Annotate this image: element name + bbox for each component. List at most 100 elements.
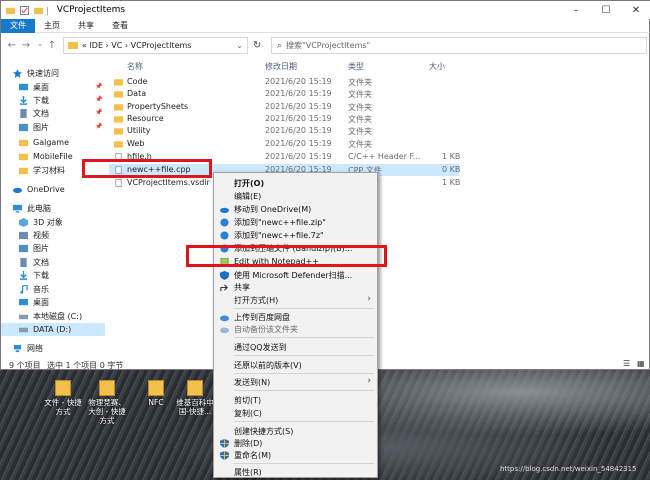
desktop-icon-shortcut[interactable]: 文件 - 快捷方式 xyxy=(44,380,82,416)
sidebar-item-downloads[interactable]: 下载 xyxy=(19,94,49,107)
menu-item-share[interactable]: 共享 xyxy=(214,281,377,293)
tab-view[interactable]: 查看 xyxy=(103,19,137,33)
tab-share[interactable]: 共享 xyxy=(69,19,103,33)
address-row: ← → ⌄ ↑ « IDE › VC › VCProjectItems ⌄ ↻ … xyxy=(1,34,650,58)
sidebar-item-network[interactable]: 网络 xyxy=(13,342,43,355)
tab-home[interactable]: 主页 xyxy=(35,19,69,33)
file-name: Resource xyxy=(127,114,164,123)
column-header-name[interactable]: 名称 xyxy=(127,61,143,72)
sidebar-item-documents[interactable]: 文档 xyxy=(19,107,49,120)
minimize-button[interactable]: – xyxy=(561,1,591,19)
pin-icon[interactable]: 📌 xyxy=(95,96,102,103)
sidebar-item-onedrive[interactable]: OneDrive xyxy=(13,183,65,196)
menu-item-send-via-qq[interactable]: 通过QQ发送到 xyxy=(214,341,377,353)
sidebar-item-label: Galgame xyxy=(33,138,70,147)
menu-item-create-shortcut[interactable]: 创建快捷方式(S) xyxy=(214,425,377,437)
sidebar-item-label: 图片 xyxy=(33,244,49,253)
column-header-type[interactable]: 类型 xyxy=(348,61,364,72)
sidebar-item-label: 3D 对象 xyxy=(33,218,63,227)
menu-item-move-to-onedrive[interactable]: 移动到 OneDrive(M) xyxy=(214,203,377,215)
sidebar-item-videos[interactable]: 视频 xyxy=(19,229,49,242)
desktop-icon-nfc[interactable]: NFC xyxy=(137,380,175,407)
menu-item-auto-backup[interactable]: 自动备份该文件夹 xyxy=(214,323,377,335)
menu-item-properties[interactable]: 属性(R) xyxy=(214,466,377,478)
sidebar-item-galgame[interactable]: Galgame xyxy=(19,136,69,149)
menu-item-edit[interactable]: 编辑(E) xyxy=(214,190,377,202)
back-arrow-icon[interactable]: ← xyxy=(5,40,19,51)
menu-item-add-zip[interactable]: 添加到"newc++file.zip" xyxy=(214,216,377,228)
menu-item-defender-scan[interactable]: 使用 Microsoft Defender扫描... xyxy=(214,269,377,281)
file-row-web[interactable]: Web 2021/6/20 15:19 文件夹 xyxy=(109,138,459,150)
maximize-button[interactable]: ☐ xyxy=(591,1,621,19)
sidebar-item-label: 本地磁盘 (C:) xyxy=(33,312,83,321)
desktop-icon-label: NFC xyxy=(148,398,164,407)
checkbox-icon[interactable] xyxy=(20,5,29,15)
sidebar-item-data-d[interactable]: DATA (D:) xyxy=(1,323,105,336)
menu-item-open-with[interactable]: 打开方式(H) › xyxy=(214,294,377,306)
sidebar-item-desktop-pc[interactable]: 桌面 xyxy=(19,296,49,309)
archive-icon xyxy=(220,218,229,227)
sidebar-item-study-materials[interactable]: 学习材料 xyxy=(19,164,65,177)
highlight-box-notepadpp xyxy=(186,245,387,267)
file-name: VCProjectItems.vsdir xyxy=(127,178,210,187)
sidebar-item-label: 桌面 xyxy=(33,83,49,92)
tab-file[interactable]: 文件 xyxy=(1,18,35,33)
sidebar-item-pictures[interactable]: 图片 xyxy=(19,121,49,134)
menu-item-restore-previous[interactable]: 还原以前的版本(V) xyxy=(214,359,377,371)
menu-item-label: 添加到"newc++file.zip" xyxy=(234,218,326,227)
file-row-utility[interactable]: Utility 2021/6/20 15:19 文件夹 xyxy=(109,125,459,137)
sidebar-item-desktop[interactable]: 桌面 xyxy=(19,81,49,94)
forward-arrow-icon[interactable]: → xyxy=(19,40,33,51)
file-row-data[interactable]: Data 2021/6/20 15:19 文件夹 xyxy=(109,88,459,100)
folder-icon[interactable] xyxy=(34,6,43,15)
details-view-icon[interactable]: ☰ xyxy=(623,359,630,368)
sidebar-item-documents-pc[interactable]: 文档 xyxy=(19,256,49,269)
menu-item-copy[interactable]: 复制(C) xyxy=(214,407,377,419)
menu-item-label: 自动备份该文件夹 xyxy=(234,325,298,334)
sidebar-item-downloads-pc[interactable]: 下载 xyxy=(19,269,49,282)
sidebar-item-local-disk-c[interactable]: 本地磁盘 (C:) xyxy=(19,310,82,323)
sidebar-item-3d-objects[interactable]: 3D 对象 xyxy=(19,216,63,229)
menu-item-add-7z[interactable]: 添加到"newc++file.7z" xyxy=(214,229,377,241)
menu-item-label: 添加到"newc++file.7z" xyxy=(234,231,324,240)
menu-item-delete[interactable]: 删除(D) xyxy=(214,437,377,449)
pin-icon[interactable]: 📌 xyxy=(95,109,102,116)
pin-icon[interactable]: 📌 xyxy=(95,83,102,90)
sidebar-item-music[interactable]: 音乐 xyxy=(19,283,49,296)
address-bar[interactable]: « IDE › VC › VCProjectItems ⌄ xyxy=(63,37,248,54)
document-icon xyxy=(20,258,27,267)
desktop-icon-shortcut[interactable]: 物理竞赛、大创 - 快捷方式 xyxy=(88,380,126,425)
menu-item-send-to[interactable]: 发送到(N) › xyxy=(214,376,377,388)
large-icons-view-icon[interactable]: ▦ xyxy=(637,359,645,368)
menu-item-open[interactable]: 打开(O) xyxy=(214,177,377,189)
file-row-propertysheets[interactable]: PropertySheets 2021/6/20 15:19 文件夹 xyxy=(109,101,459,113)
file-name: PropertySheets xyxy=(127,102,189,111)
up-arrow-icon[interactable]: ↑ xyxy=(45,40,59,51)
menu-item-rename[interactable]: 重命名(M) xyxy=(214,449,377,461)
breadcrumb[interactable]: « IDE › VC › VCProjectItems xyxy=(82,41,191,50)
sidebar-item-quick-access[interactable]: 快速访问 xyxy=(13,67,59,80)
menu-item-cut[interactable]: 剪切(T) xyxy=(214,394,377,406)
pin-icon[interactable]: 📌 xyxy=(95,123,102,130)
column-header-size[interactable]: 大小 xyxy=(429,61,445,72)
title-bar[interactable]: | VCProjectItems – ☐ ✕ xyxy=(1,1,650,19)
sidebar-item-label: 视频 xyxy=(33,231,49,240)
column-header-date[interactable]: 修改日期 xyxy=(265,61,297,72)
close-button[interactable]: ✕ xyxy=(621,1,650,19)
refresh-icon[interactable]: ↻ xyxy=(253,40,261,51)
file-row-code[interactable]: Code 2021/6/20 15:19 文件夹 xyxy=(109,76,459,88)
ribbon-tabs: 文件 主页 共享 查看 xyxy=(1,18,650,33)
menu-item-label: 重命名(M) xyxy=(234,451,272,460)
folder-shortcut-icon xyxy=(187,380,203,396)
navigation-pane: 快速访问 桌面 📌 下载 📌 文档 📌 图片 📌 Galgame MobileF… xyxy=(1,61,106,356)
search-input[interactable]: ⌕ 搜索"VCProjectItems" xyxy=(271,37,647,54)
menu-item-upload-baidu[interactable]: 上传到百度网盘 xyxy=(214,311,377,323)
folder-icon xyxy=(19,167,28,175)
menu-item-label: 复制(C) xyxy=(234,409,262,418)
sidebar-item-pictures-pc[interactable]: 图片 xyxy=(19,242,49,255)
chevron-down-icon[interactable]: ⌄ xyxy=(236,41,243,50)
sidebar-item-mobilefile[interactable]: MobileFile xyxy=(19,150,73,163)
file-row-resource[interactable]: Resource 2021/6/20 15:19 文件夹 xyxy=(109,113,459,125)
desktop-icon-shortcut[interactable]: 维基百科中国-快捷... xyxy=(176,380,214,416)
sidebar-item-this-pc[interactable]: 此电脑 xyxy=(13,202,51,215)
